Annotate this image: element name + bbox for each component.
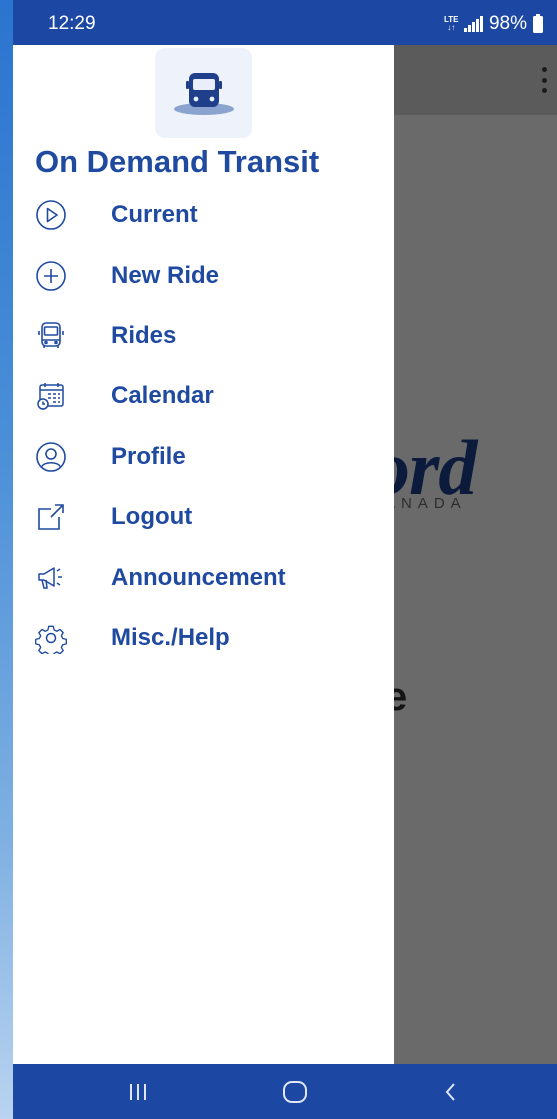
home-icon <box>283 1080 307 1103</box>
app-logo <box>155 48 252 138</box>
drawer-menu: Current New Ride Rides Calendar Profile … <box>13 185 394 668</box>
plus-circle-icon <box>35 260 67 292</box>
menu-label-logout: Logout <box>111 503 193 531</box>
navigation-drawer: On Demand Transit Current New Ride Rides… <box>13 45 394 1064</box>
menu-label-misc-help: Misc./Help <box>111 623 230 651</box>
battery-icon <box>533 13 543 33</box>
home-button[interactable] <box>265 1064 325 1119</box>
recent-apps-icon <box>130 1083 146 1100</box>
back-button[interactable] <box>421 1064 481 1119</box>
back-icon <box>445 1082 455 1101</box>
menu-label-profile: Profile <box>111 442 186 470</box>
menu-label-rides: Rides <box>111 321 177 349</box>
menu-item-logout[interactable]: Logout <box>13 487 394 547</box>
menu-item-calendar[interactable]: Calendar <box>13 366 394 426</box>
status-indicators: LTE ↓↑ 98% <box>444 13 543 35</box>
bus-logo-icon <box>173 73 234 115</box>
calendar-icon <box>35 380 67 412</box>
status-time: 12:29 <box>48 13 96 34</box>
play-circle-icon <box>35 199 67 231</box>
external-link-icon <box>35 501 67 533</box>
menu-item-new-ride[interactable]: New Ride <box>13 245 394 305</box>
menu-label-current: Current <box>111 201 198 229</box>
menu-item-rides[interactable]: Rides <box>13 306 394 366</box>
menu-label-calendar: Calendar <box>111 382 214 410</box>
lte-icon: LTE ↓↑ <box>443 15 459 32</box>
menu-item-announcement[interactable]: Announcement <box>13 547 394 607</box>
battery-percent: 98% <box>488 13 527 34</box>
megaphone-icon <box>35 562 67 594</box>
menu-item-misc-help[interactable]: Misc./Help <box>13 608 394 668</box>
menu-item-profile[interactable]: Profile <box>13 427 394 487</box>
menu-label-new-ride: New Ride <box>111 261 220 289</box>
system-navigation-bar <box>13 1064 557 1119</box>
more-options-icon[interactable] <box>541 67 547 93</box>
recent-apps-button[interactable] <box>108 1064 168 1119</box>
gear-icon <box>35 622 67 654</box>
menu-label-announcement: Announcement <box>111 563 286 591</box>
menu-item-current[interactable]: Current <box>13 185 394 245</box>
user-circle-icon <box>35 441 67 473</box>
app-logo-subtext: ANADA <box>385 495 467 512</box>
bus-icon <box>35 320 67 352</box>
drawer-title: On Demand Transit <box>35 144 320 173</box>
status-bar: 12:29 LTE ↓↑ 98% <box>13 0 557 45</box>
signal-icon <box>464 16 483 32</box>
